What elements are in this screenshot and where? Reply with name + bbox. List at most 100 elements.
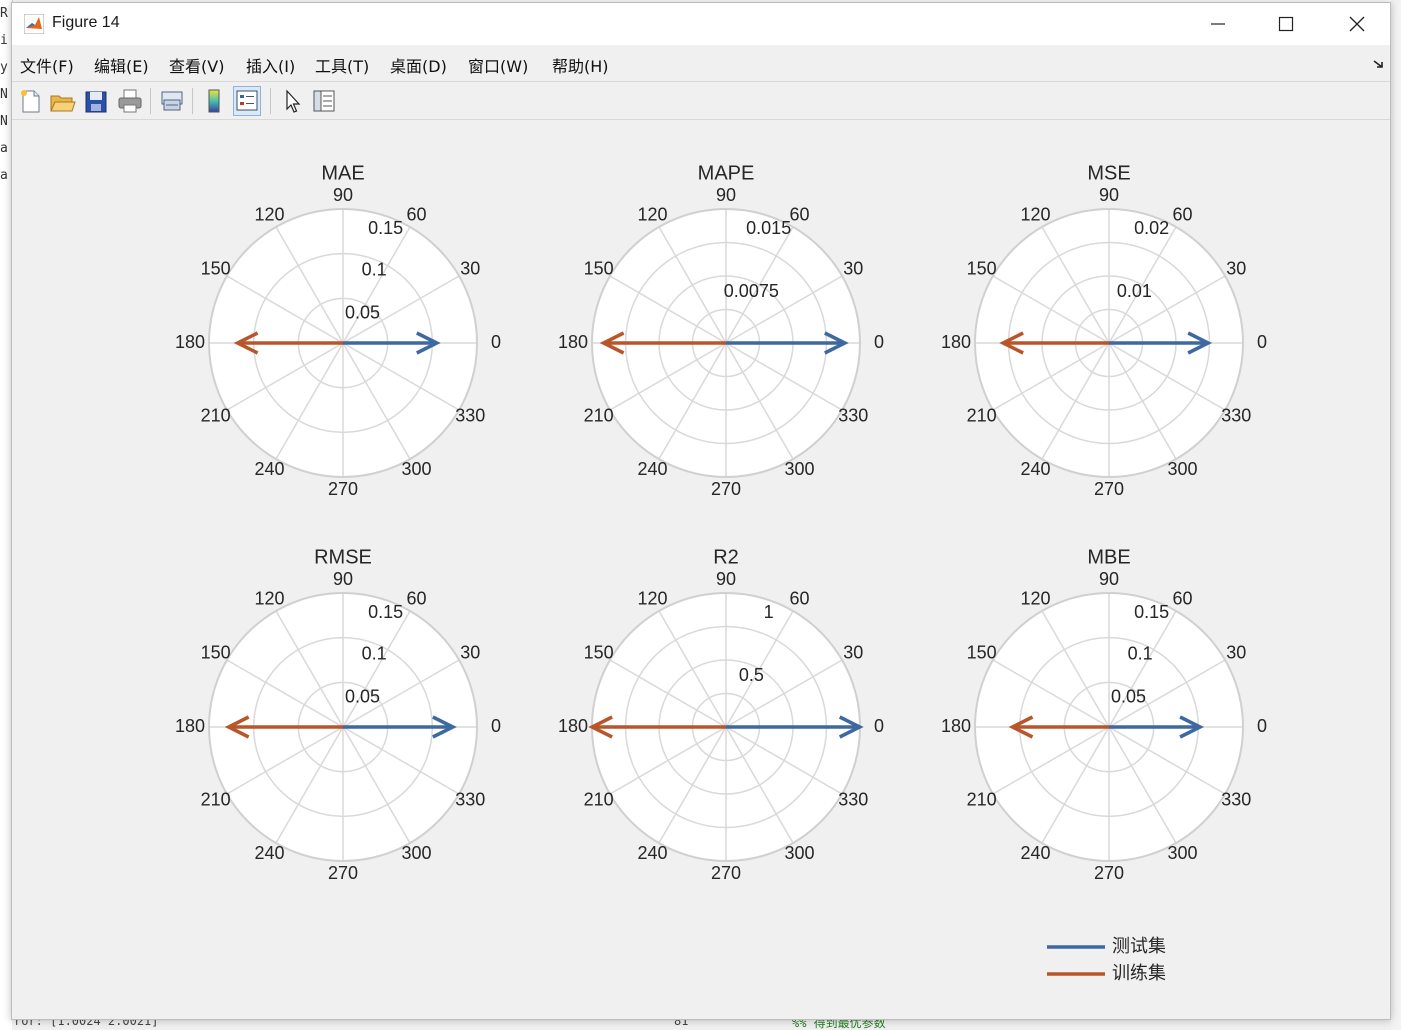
angle-tick-label: 90: [1099, 569, 1119, 589]
angle-tick-label: 210: [584, 405, 614, 425]
menu-help[interactable]: 帮助(H): [552, 53, 609, 77]
insert-legend-button[interactable]: [233, 86, 261, 116]
menu-tools[interactable]: 工具(T): [315, 53, 369, 77]
legend-label: 训练集: [1112, 963, 1166, 984]
minimize-button[interactable]: [1188, 3, 1248, 45]
angle-tick-label: 60: [1172, 204, 1192, 224]
angle-tick-label: 330: [1221, 789, 1251, 809]
angle-tick-label: 270: [328, 863, 358, 883]
angle-tick-label: 30: [1226, 258, 1246, 278]
angle-tick-label: 30: [460, 258, 480, 278]
save-button[interactable]: [82, 86, 110, 116]
background-editor-edge: [1391, 0, 1401, 1030]
maximize-icon: [1278, 16, 1294, 32]
figure-canvas[interactable]: 0.05 0.1 0.15 0 30 60 90 120 150 180 210 240 270 300 3…: [12, 121, 1390, 1019]
angle-tick-label: 0: [1257, 332, 1267, 352]
angle-tick-label: 270: [1094, 479, 1124, 499]
radial-tick-label: 0.1: [362, 643, 387, 663]
new-figure-button[interactable]: [16, 86, 44, 116]
print-button[interactable]: [116, 86, 144, 116]
angle-tick-label: 60: [789, 588, 809, 608]
angle-tick-label: 150: [201, 642, 231, 662]
toolbar-separator: [150, 88, 151, 114]
insert-legend-icon: [236, 90, 258, 111]
background-editor-strip: ror: [1.0024 2.0021] 81 %% 得到最优参数: [12, 1020, 1391, 1030]
radial-tick-label: 0.1: [1128, 643, 1153, 663]
menu-edit[interactable]: 编辑(E): [94, 53, 149, 77]
angle-tick-label: 180: [175, 716, 205, 736]
radial-tick-label: 0.05: [1111, 687, 1146, 707]
radial-tick-label: 0.05: [345, 687, 380, 707]
window-title: Figure 14: [52, 14, 120, 31]
radial-tick-label: 0.15: [368, 218, 403, 238]
angle-tick-label: 60: [406, 588, 426, 608]
link-plot-icon: [161, 91, 183, 111]
dock-arrow-icon[interactable]: [1372, 57, 1386, 71]
angle-tick-label: 270: [711, 863, 741, 883]
property-inspector-icon: [313, 90, 335, 112]
angle-tick-label: 180: [558, 716, 588, 736]
angle-tick-label: 240: [637, 459, 667, 479]
angle-tick-label: 330: [455, 405, 485, 425]
subplot-title: MAPE: [698, 162, 755, 184]
insert-colorbar-button[interactable]: [200, 86, 228, 116]
edit-plot-button[interactable]: [278, 86, 306, 116]
angle-tick-label: 90: [333, 569, 353, 589]
toolbar: [12, 83, 1390, 120]
angle-tick-label: 60: [1172, 588, 1192, 608]
angle-tick-label: 180: [941, 332, 971, 352]
angle-tick-label: 90: [333, 185, 353, 205]
background-line-number: 81: [674, 1020, 689, 1028]
radial-tick-label: 0.05: [345, 303, 380, 323]
angle-tick-label: 330: [455, 789, 485, 809]
angle-tick-label: 210: [967, 405, 997, 425]
menu-desktop[interactable]: 桌面(D): [390, 53, 447, 77]
angle-tick-label: 150: [967, 642, 997, 662]
angle-tick-label: 300: [784, 459, 814, 479]
angle-tick-label: 0: [874, 332, 884, 352]
angle-tick-label: 0: [874, 716, 884, 736]
close-button[interactable]: [1327, 3, 1387, 45]
open-file-button[interactable]: [48, 86, 76, 116]
subplot-title: MBE: [1087, 546, 1130, 568]
subplot-title: RMSE: [314, 546, 372, 568]
angle-tick-label: 300: [784, 843, 814, 863]
toolbar-separator: [192, 88, 193, 114]
menu-insert[interactable]: 插入(I): [246, 53, 295, 77]
angle-tick-label: 30: [1226, 642, 1246, 662]
matlab-icon: [24, 14, 44, 34]
angle-tick-label: 240: [637, 843, 667, 863]
angle-tick-label: 240: [1020, 459, 1050, 479]
angle-tick-label: 150: [584, 642, 614, 662]
angle-tick-label: 270: [711, 479, 741, 499]
angle-tick-label: 270: [1094, 863, 1124, 883]
angle-tick-label: 120: [254, 588, 284, 608]
angle-tick-label: 120: [637, 204, 667, 224]
menu-window[interactable]: 窗口(W): [468, 53, 528, 77]
menu-file[interactable]: 文件(F): [20, 53, 74, 77]
angle-tick-label: 90: [716, 569, 736, 589]
maximize-button[interactable]: [1256, 3, 1316, 45]
angle-tick-label: 300: [1167, 843, 1197, 863]
angle-tick-label: 210: [201, 789, 231, 809]
title-bar[interactable]: Figure 14: [12, 3, 1390, 45]
link-plot-button[interactable]: [158, 86, 186, 116]
save-icon: [85, 91, 107, 113]
angle-tick-label: 60: [406, 204, 426, 224]
angle-tick-label: 300: [401, 459, 431, 479]
angle-tick-label: 150: [967, 258, 997, 278]
angle-tick-label: 150: [201, 258, 231, 278]
angle-tick-label: 0: [1257, 716, 1267, 736]
subplot-title: MAE: [321, 162, 364, 184]
menu-view[interactable]: 查看(V): [169, 53, 224, 77]
angle-tick-label: 0: [491, 716, 501, 736]
angle-tick-label: 180: [558, 332, 588, 352]
open-file-icon: [50, 95, 76, 112]
compass-plots: 0.050.10.1503060901201501802102402703003…: [175, 162, 1267, 984]
angle-tick-label: 150: [584, 258, 614, 278]
background-bottom-text: ror: [1.0024 2.0021]: [14, 1020, 159, 1028]
new-figure-icon: [21, 90, 40, 113]
property-inspector-button[interactable]: [310, 86, 338, 116]
angle-tick-label: 0: [491, 332, 501, 352]
radial-tick-label: 0.1: [362, 259, 387, 279]
